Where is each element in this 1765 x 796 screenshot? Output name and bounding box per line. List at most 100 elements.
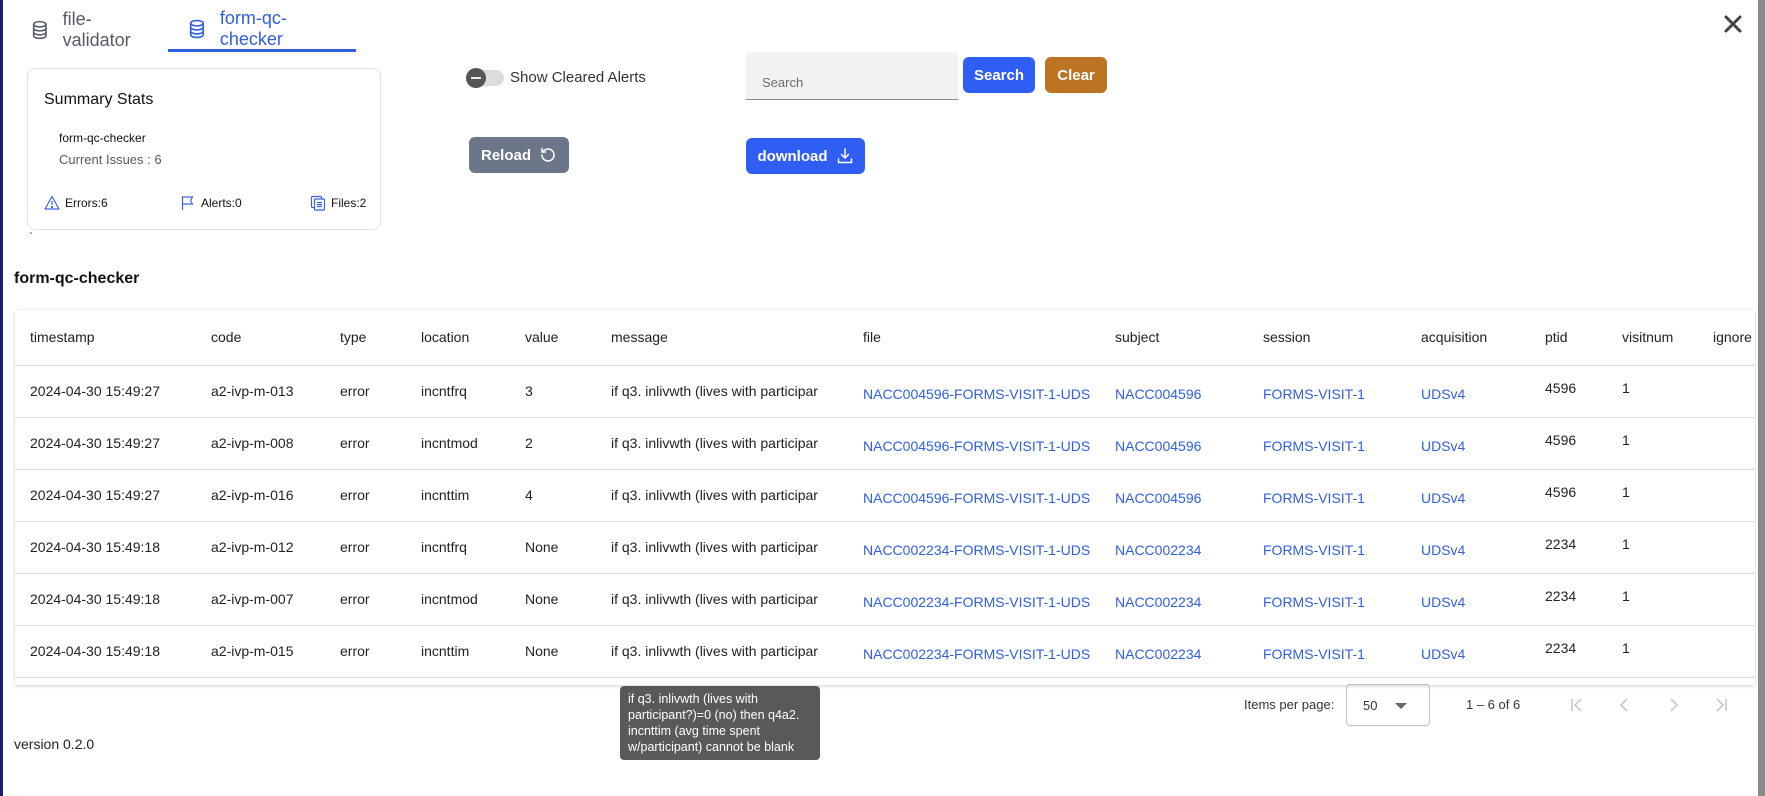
acquisition-link[interactable]: UDSv4 [1421,542,1465,558]
cell-ignore [1698,469,1755,522]
cell-ptid: 4596 [1530,469,1607,522]
cell-file: NACC002234-FORMS-VISIT-1-UDS [848,625,1100,678]
subject-link[interactable]: NACC002234 [1115,646,1201,662]
column-header-subject[interactable]: subject [1100,310,1248,366]
cell-timestamp: 2024-04-30 15:49:27 [15,417,196,470]
toggle-thumb[interactable] [466,67,486,88]
session-link[interactable]: FORMS-VISIT-1 [1263,386,1365,402]
file-link[interactable]: NACC002234-FORMS-VISIT-1-UDS [863,646,1090,662]
column-header-value[interactable]: value [510,310,596,366]
current-issues: Current Issues : 6 [59,152,162,167]
last-page-icon [1716,698,1727,712]
cell-code: a2-ivp-m-008 [196,417,325,470]
cell-value: None [510,573,596,626]
cell-file: NACC004596-FORMS-VISIT-1-UDS [848,365,1100,418]
column-header-acquisition[interactable]: acquisition [1406,310,1530,366]
next-page-button[interactable] [1660,692,1686,718]
section-title: form-qc-checker [14,270,140,287]
cell-ignore [1698,365,1755,418]
cell-acquisition: UDSv4 [1406,521,1530,574]
cell-session: FORMS-VISIT-1 [1248,469,1406,522]
previous-page-button[interactable] [1612,692,1638,718]
tab-label: form-qc-checker [219,7,287,49]
column-header-message[interactable]: message [596,310,848,366]
subject-link[interactable]: NACC002234 [1115,594,1201,610]
subject-link[interactable]: NACC004596 [1115,386,1201,402]
cell-visitnum: 1 [1607,469,1698,522]
column-header-location[interactable]: location [406,310,510,366]
table-row[interactable]: 2024-04-30 15:49:27 a2-ivp-m-016 error incn… [15,469,1755,522]
cell-acquisition: UDSv4 [1406,417,1530,470]
cell-session: FORMS-VISIT-1 [1248,417,1406,470]
chevron-left-icon [1619,698,1628,712]
cell-location: incnttim [406,625,510,678]
tab-form-qc-checker[interactable]: form-qc-checker [168,8,356,52]
toggle-track[interactable] [466,67,504,88]
show-cleared-alerts-toggle[interactable]: Show Cleared Alerts [466,67,646,88]
stray-mark: ` [29,230,33,244]
acquisition-link[interactable]: UDSv4 [1421,386,1465,402]
acquisition-link[interactable]: UDSv4 [1421,646,1465,662]
column-header-session[interactable]: session [1248,310,1406,366]
close-button[interactable] [1721,12,1745,36]
search-field[interactable] [746,52,958,100]
column-header-file[interactable]: file [848,310,1100,366]
cell-message: if q3. inlivwth (lives with participar [596,365,848,418]
file-link[interactable]: NACC004596-FORMS-VISIT-1-UDS [863,386,1090,402]
gear-name: form-qc-checker [59,131,146,145]
last-page-button[interactable] [1708,692,1734,718]
table-row[interactable]: 2024-04-30 15:49:18 a2-ivp-m-015 error incn… [15,625,1755,678]
cell-visitnum: 1 [1607,573,1698,626]
tab-bar: file-validator form-qc-checker [23,8,356,52]
column-header-ptid[interactable]: ptid [1530,310,1607,366]
acquisition-link[interactable]: UDSv4 [1421,490,1465,506]
table-row[interactable]: 2024-04-30 15:49:18 a2-ivp-m-007 error incn… [15,573,1755,626]
table-row[interactable]: 2024-04-30 15:49:27 a2-ivp-m-013 error incn… [15,365,1755,418]
column-header-type[interactable]: type [325,310,406,366]
cell-file: NACC002234-FORMS-VISIT-1-UDS [848,521,1100,574]
cell-acquisition: UDSv4 [1406,573,1530,626]
acquisition-link[interactable]: UDSv4 [1421,594,1465,610]
column-header-visitnum[interactable]: visitnum [1607,310,1698,366]
items-per-page-select[interactable]: 50 [1346,684,1430,726]
chevron-right-icon [1670,698,1679,712]
file-link[interactable]: NACC004596-FORMS-VISIT-1-UDS [863,490,1090,506]
cell-location: incntmod [406,417,510,470]
acquisition-link[interactable]: UDSv4 [1421,438,1465,454]
cell-subject: NACC002234 [1100,625,1248,678]
cell-code: a2-ivp-m-007 [196,573,325,626]
column-header-timestamp[interactable]: timestamp [15,310,196,366]
cell-ptid: 2234 [1530,625,1607,678]
column-header-ignore[interactable]: ignore [1698,310,1755,366]
cell-file: NACC004596-FORMS-VISIT-1-UDS [848,469,1100,522]
first-page-button[interactable] [1564,692,1590,718]
file-link[interactable]: NACC002234-FORMS-VISIT-1-UDS [863,594,1090,610]
search-button[interactable]: Search [963,57,1035,93]
clear-button[interactable]: Clear [1045,57,1107,93]
session-link[interactable]: FORMS-VISIT-1 [1263,646,1365,662]
dialog: file-validator form-qc-checker Summary S… [3,0,1758,796]
cell-timestamp: 2024-04-30 15:49:18 [15,625,196,678]
subject-link[interactable]: NACC002234 [1115,542,1201,558]
subject-link[interactable]: NACC004596 [1115,490,1201,506]
file-link[interactable]: NACC004596-FORMS-VISIT-1-UDS [863,438,1090,454]
subject-link[interactable]: NACC004596 [1115,438,1201,454]
database-icon [32,20,47,40]
session-link[interactable]: FORMS-VISIT-1 [1263,438,1365,454]
cell-session: FORMS-VISIT-1 [1248,573,1406,626]
reload-button[interactable]: Reload [469,137,569,173]
cell-visitnum: 1 [1607,625,1698,678]
session-link[interactable]: FORMS-VISIT-1 [1263,490,1365,506]
table-row[interactable]: 2024-04-30 15:49:27 a2-ivp-m-008 error incn… [15,417,1755,470]
file-link[interactable]: NACC002234-FORMS-VISIT-1-UDS [863,542,1090,558]
cell-message: if q3. inlivwth (lives with participar [596,573,848,626]
download-button[interactable]: download [746,138,865,174]
column-header-code[interactable]: code [196,310,325,366]
cell-ignore [1698,625,1755,678]
search-input[interactable] [746,52,958,99]
session-link[interactable]: FORMS-VISIT-1 [1263,542,1365,558]
refresh-icon [541,147,555,162]
tab-file-validator[interactable]: file-validator [23,8,168,52]
table-row[interactable]: 2024-04-30 15:49:18 a2-ivp-m-012 error incn… [15,521,1755,574]
session-link[interactable]: FORMS-VISIT-1 [1263,594,1365,610]
